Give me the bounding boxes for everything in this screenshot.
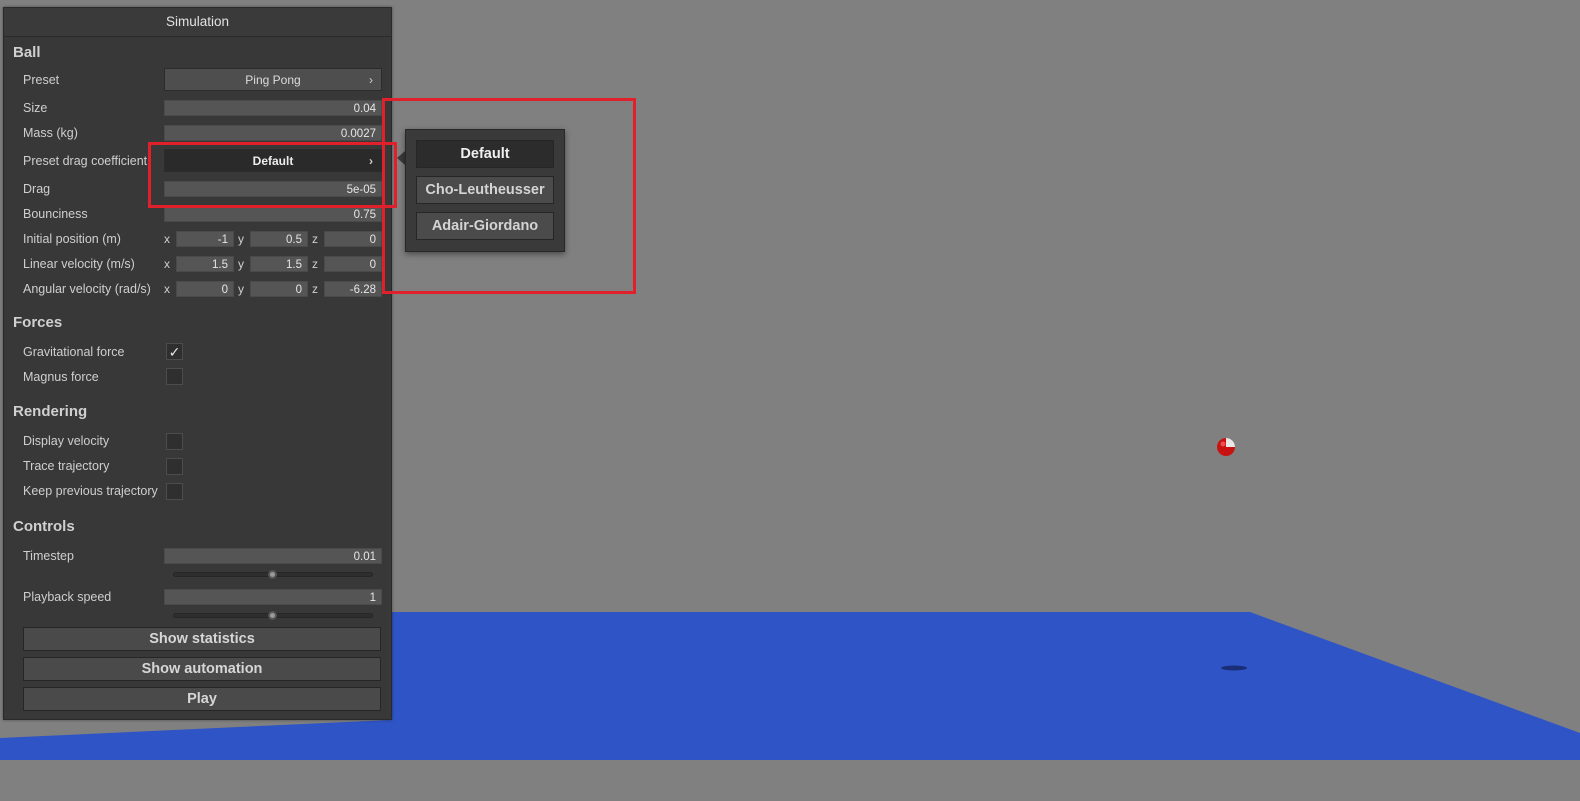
popup-pointer bbox=[397, 151, 405, 165]
linear-velocity-y[interactable]: 1.5 bbox=[250, 256, 308, 272]
playback-speed-slider-thumb[interactable] bbox=[268, 611, 277, 620]
initial-position-y[interactable]: 0.5 bbox=[250, 231, 308, 247]
display-velocity-label: Display velocity bbox=[23, 434, 110, 448]
display-velocity-checkbox[interactable] bbox=[166, 433, 183, 450]
chevron-right-icon: › bbox=[369, 73, 373, 87]
popup-item-default[interactable]: Default bbox=[416, 140, 554, 168]
initial-position-z[interactable]: 0 bbox=[324, 231, 382, 247]
size-label: Size bbox=[23, 101, 48, 115]
trace-trajectory-checkbox[interactable] bbox=[166, 458, 183, 475]
magnus-force-checkbox[interactable] bbox=[166, 368, 183, 385]
show-automation-button[interactable]: Show automation bbox=[23, 657, 381, 681]
magnus-force-label: Magnus force bbox=[23, 370, 99, 384]
chevron-right-icon: › bbox=[369, 154, 373, 168]
popup-item-cho-leutheusser[interactable]: Cho-Leutheusser bbox=[416, 176, 554, 204]
preset-label: Preset bbox=[23, 73, 60, 87]
gravitational-force-label: Gravitational force bbox=[23, 345, 125, 359]
keep-previous-trajectory-label: Keep previous trajectory bbox=[23, 484, 158, 498]
drag-preset-popup: Default Cho-Leutheusser Adair-Giordano bbox=[405, 129, 565, 252]
timestep-slider-thumb[interactable] bbox=[268, 570, 277, 579]
panel-title: Simulation bbox=[4, 8, 391, 37]
timestep-slider[interactable] bbox=[173, 570, 373, 579]
section-controls-heading: Controls bbox=[13, 518, 75, 535]
keep-previous-trajectory-checkbox[interactable] bbox=[166, 483, 183, 500]
section-forces-heading: Forces bbox=[13, 314, 63, 331]
check-icon: ✓ bbox=[168, 344, 181, 360]
angular-velocity-x[interactable]: 0 bbox=[176, 281, 234, 297]
preset-value: Ping Pong bbox=[245, 73, 301, 87]
simulation-panel: Simulation Ball Preset Ping Pong › Size … bbox=[3, 7, 392, 720]
timestep-field[interactable]: 0.01 bbox=[164, 548, 382, 564]
playback-speed-label: Playback speed bbox=[23, 590, 112, 604]
axis-y-label: y bbox=[238, 257, 244, 271]
drag-preset-dropdown[interactable]: Default › bbox=[164, 149, 382, 172]
drag-preset-label: Preset drag coefficient bbox=[23, 154, 148, 168]
show-statistics-button[interactable]: Show statistics bbox=[23, 627, 381, 651]
ball bbox=[1217, 438, 1235, 456]
drag-field[interactable]: 5e-05 bbox=[164, 181, 382, 197]
popup-item-adair-giordano[interactable]: Adair-Giordano bbox=[416, 212, 554, 240]
mass-field[interactable]: 0.0027 bbox=[164, 125, 382, 141]
gravitational-force-checkbox[interactable]: ✓ bbox=[166, 343, 183, 360]
mass-label: Mass (kg) bbox=[23, 126, 78, 140]
angular-velocity-z[interactable]: -6.28 bbox=[324, 281, 382, 297]
linear-velocity-label: Linear velocity (m/s) bbox=[23, 257, 135, 271]
linear-velocity-z[interactable]: 0 bbox=[324, 256, 382, 272]
timestep-label: Timestep bbox=[23, 549, 74, 563]
bounciness-label: Bounciness bbox=[23, 207, 88, 221]
section-ball-heading: Ball bbox=[13, 44, 41, 61]
preset-dropdown[interactable]: Ping Pong › bbox=[164, 68, 382, 91]
linear-velocity-x[interactable]: 1.5 bbox=[176, 256, 234, 272]
axis-x-label: x bbox=[164, 257, 170, 271]
axis-z-label: z bbox=[312, 257, 318, 271]
bounciness-field[interactable]: 0.75 bbox=[164, 206, 382, 222]
initial-position-label: Initial position (m) bbox=[23, 232, 121, 246]
angular-velocity-label: Angular velocity (rad/s) bbox=[23, 282, 151, 296]
axis-x-label: x bbox=[164, 282, 170, 296]
axis-y-label: y bbox=[238, 232, 244, 246]
section-rendering-heading: Rendering bbox=[13, 403, 88, 420]
ball-shadow bbox=[1221, 665, 1247, 671]
drag-label: Drag bbox=[23, 182, 51, 196]
axis-x-label: x bbox=[164, 232, 170, 246]
initial-position-x[interactable]: -1 bbox=[176, 231, 234, 247]
axis-y-label: y bbox=[238, 282, 244, 296]
drag-preset-value: Default bbox=[252, 154, 294, 168]
play-button[interactable]: Play bbox=[23, 687, 381, 711]
playback-speed-field[interactable]: 1 bbox=[164, 589, 382, 605]
size-field[interactable]: 0.04 bbox=[164, 100, 382, 116]
trace-trajectory-label: Trace trajectory bbox=[23, 459, 110, 473]
playback-speed-slider[interactable] bbox=[173, 611, 373, 620]
axis-z-label: z bbox=[312, 282, 318, 296]
axis-z-label: z bbox=[312, 232, 318, 246]
angular-velocity-y[interactable]: 0 bbox=[250, 281, 308, 297]
